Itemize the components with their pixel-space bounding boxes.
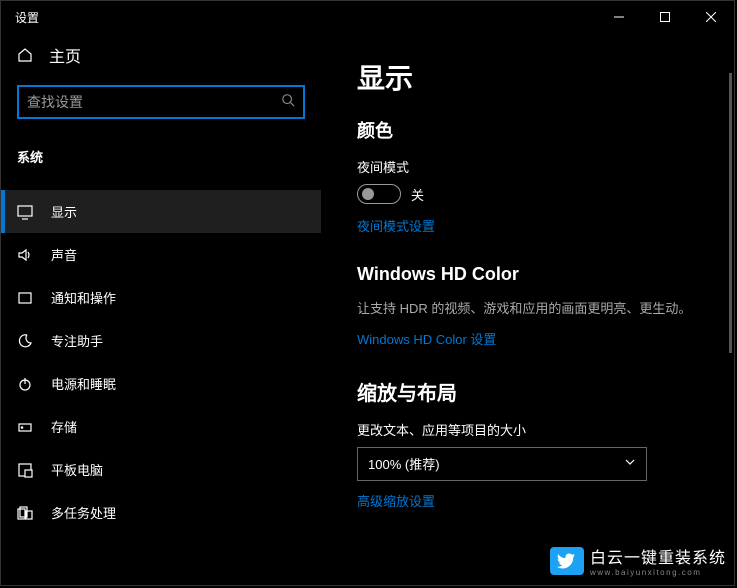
advanced-scale-link[interactable]: 高级缩放设置 <box>357 491 435 510</box>
watermark-cn: 白云一键重装系统 <box>590 544 726 568</box>
dropdown-value: 100% (推荐) <box>368 454 440 473</box>
sidebar-item-power[interactable]: 电源和睡眠 <box>1 362 321 405</box>
minimize-button[interactable] <box>596 1 642 33</box>
notification-icon <box>17 290 33 306</box>
sidebar-item-label: 电源和睡眠 <box>51 374 116 393</box>
color-section: 颜色 夜间模式 关 夜间模式设置 <box>357 117 698 236</box>
multitask-icon <box>17 505 33 521</box>
night-mode-settings-link[interactable]: 夜间模式设置 <box>357 216 435 235</box>
sidebar-item-label: 声音 <box>51 245 77 264</box>
sidebar-item-label: 存储 <box>51 417 77 436</box>
app-title: 设置 <box>15 9 39 26</box>
hd-color-settings-link[interactable]: Windows HD Color 设置 <box>357 329 496 348</box>
window-controls <box>596 1 734 33</box>
sidebar-item-display[interactable]: 显示 <box>1 190 321 233</box>
watermark-text: 白云一键重装系统 www.baiyunxitong.com <box>590 544 726 577</box>
close-button[interactable] <box>688 1 734 33</box>
scrollbar[interactable] <box>729 73 732 353</box>
sound-icon <box>17 247 33 263</box>
sidebar: 主页 系统 显示 声音 通知和操作 专注助手 <box>1 33 321 585</box>
power-icon <box>17 376 33 392</box>
sidebar-item-label: 专注助手 <box>51 331 103 350</box>
scale-section: 缩放与布局 更改文本、应用等项目的大小 100% (推荐) 高级缩放设置 <box>357 377 698 511</box>
search-icon <box>281 93 295 112</box>
sidebar-item-label: 平板电脑 <box>51 460 103 479</box>
scale-label: 更改文本、应用等项目的大小 <box>357 420 698 439</box>
night-mode-toggle[interactable] <box>357 184 401 204</box>
moon-icon <box>17 333 33 349</box>
toggle-state-label: 关 <box>411 185 424 204</box>
night-mode-toggle-row: 关 <box>357 184 698 204</box>
home-label: 主页 <box>49 43 81 67</box>
sidebar-item-notifications[interactable]: 通知和操作 <box>1 276 321 319</box>
main-area: 主页 系统 显示 声音 通知和操作 专注助手 <box>1 33 734 585</box>
maximize-button[interactable] <box>642 1 688 33</box>
search-box[interactable] <box>17 85 305 119</box>
monitor-icon <box>17 204 33 220</box>
toggle-knob <box>362 188 374 200</box>
page-title: 显示 <box>357 57 698 97</box>
sidebar-item-tablet[interactable]: 平板电脑 <box>1 448 321 491</box>
watermark: 白云一键重装系统 www.baiyunxitong.com <box>550 544 726 577</box>
hd-color-section: Windows HD Color 让支持 HDR 的视频、游戏和应用的画面更明亮… <box>357 264 698 349</box>
search-input[interactable] <box>27 94 281 110</box>
section-title: 系统 <box>1 139 321 174</box>
sidebar-item-label: 多任务处理 <box>51 503 116 522</box>
scale-heading: 缩放与布局 <box>357 377 698 406</box>
night-mode-label: 夜间模式 <box>357 157 698 176</box>
sidebar-item-sound[interactable]: 声音 <box>1 233 321 276</box>
sidebar-item-storage[interactable]: 存储 <box>1 405 321 448</box>
content-area: 显示 颜色 夜间模式 关 夜间模式设置 Windows HD Color 让支持… <box>321 33 734 585</box>
color-heading: 颜色 <box>357 117 698 143</box>
hd-color-heading: Windows HD Color <box>357 264 698 285</box>
watermark-url: www.baiyunxitong.com <box>590 568 726 577</box>
hd-color-description: 让支持 HDR 的视频、游戏和应用的画面更明亮、更生动。 <box>357 299 698 319</box>
home-button[interactable]: 主页 <box>1 33 321 77</box>
storage-icon <box>17 419 33 435</box>
tablet-icon <box>17 462 33 478</box>
titlebar: 设置 <box>1 1 734 33</box>
sidebar-item-label: 显示 <box>51 202 77 221</box>
chevron-down-icon <box>624 455 636 473</box>
sidebar-item-label: 通知和操作 <box>51 288 116 307</box>
scale-dropdown[interactable]: 100% (推荐) <box>357 447 647 481</box>
sidebar-item-multitask[interactable]: 多任务处理 <box>1 491 321 534</box>
settings-window: 设置 主页 系统 显示 声音 <box>0 0 735 586</box>
home-icon <box>17 47 33 63</box>
watermark-badge-icon <box>550 547 584 575</box>
sidebar-item-focus[interactable]: 专注助手 <box>1 319 321 362</box>
